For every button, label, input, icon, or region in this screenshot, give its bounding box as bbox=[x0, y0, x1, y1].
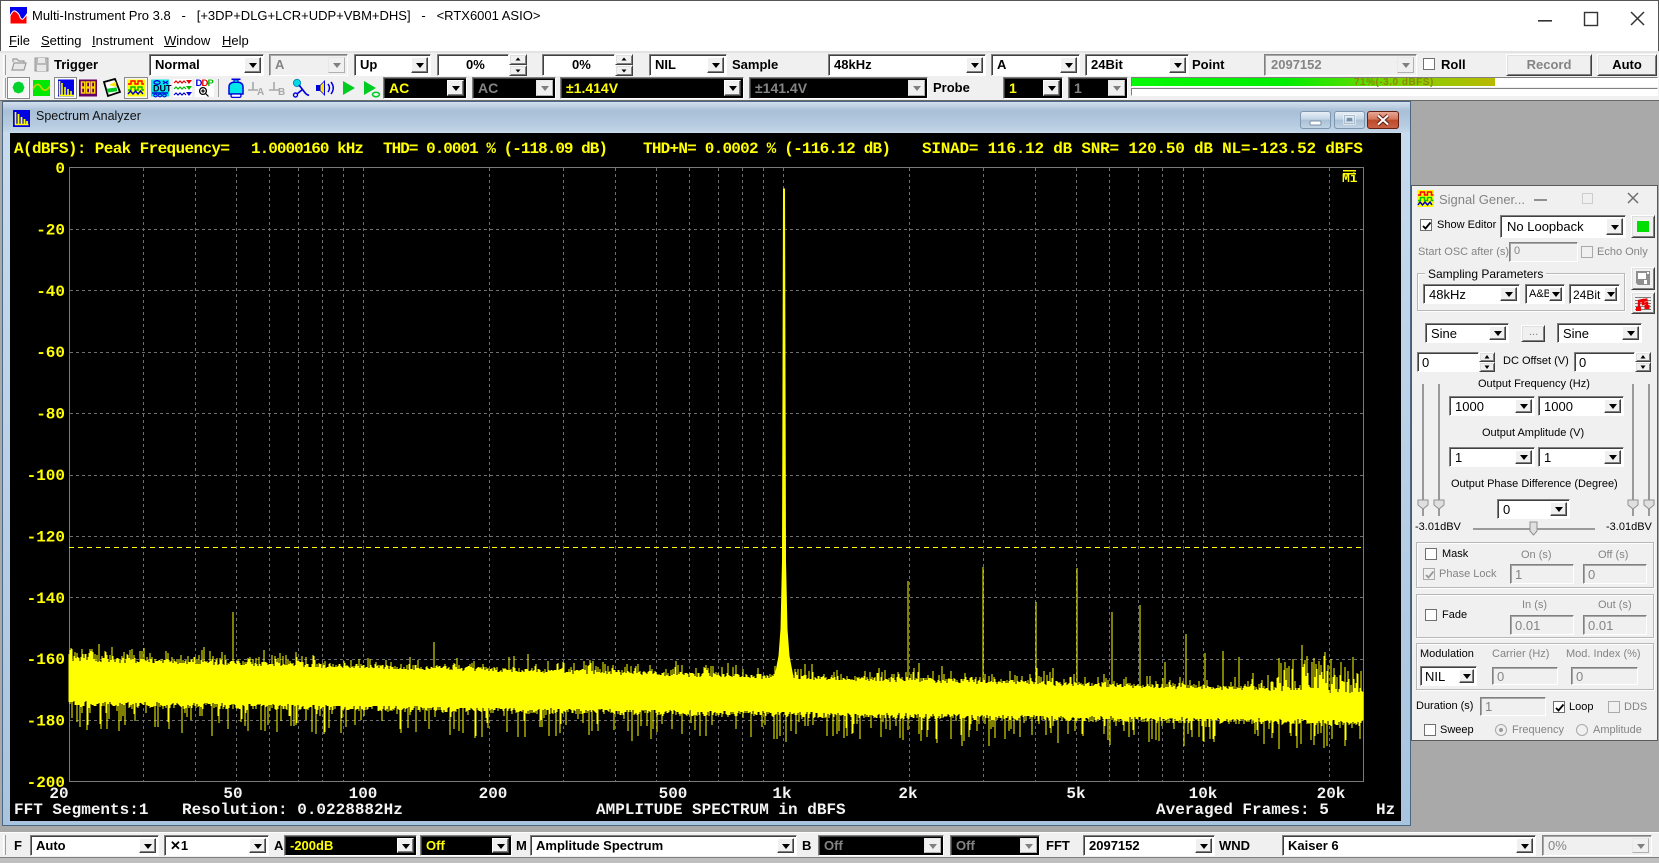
svg-text:-80: -80 bbox=[36, 406, 65, 424]
svg-text:-20: -20 bbox=[36, 221, 65, 239]
svg-text:-120: -120 bbox=[27, 528, 65, 546]
svg-text:-100: -100 bbox=[27, 467, 65, 485]
svg-text:-140: -140 bbox=[27, 590, 65, 608]
svg-text:FFT Segments:1: FFT Segments:1 bbox=[14, 801, 148, 819]
svg-text:A(dBFS): Peak Frequency=: A(dBFS): Peak Frequency= bbox=[14, 140, 230, 158]
svg-text:Averaged Frames: 5: Averaged Frames: 5 bbox=[1156, 801, 1329, 819]
svg-text:B: B bbox=[278, 87, 285, 98]
svg-text:0: 0 bbox=[55, 160, 65, 178]
svg-text:-60: -60 bbox=[36, 344, 65, 362]
svg-text:-180: -180 bbox=[27, 713, 65, 731]
svg-text:DUT: DUT bbox=[153, 84, 172, 94]
svg-text:5k: 5k bbox=[1066, 785, 1086, 803]
svg-text:Resolution: 0.0228882Hz: Resolution: 0.0228882Hz bbox=[182, 801, 403, 819]
svg-text:THD= 0.0001 % (-118.09 dB): THD= 0.0001 % (-118.09 dB) bbox=[383, 140, 608, 158]
svg-text:-40: -40 bbox=[36, 283, 65, 301]
svg-text:200: 200 bbox=[479, 785, 508, 803]
svg-text:AMPLITUDE SPECTRUM in dBFS: AMPLITUDE SPECTRUM in dBFS bbox=[596, 801, 846, 819]
svg-text:1.0000160 kHz: 1.0000160 kHz bbox=[251, 140, 364, 158]
svg-text:THD+N= 0.0002 % (-116.12 dB): THD+N= 0.0002 % (-116.12 dB) bbox=[643, 140, 891, 158]
svg-text:Hz: Hz bbox=[1376, 801, 1395, 819]
svg-text:P: P bbox=[208, 78, 215, 89]
svg-text:SINAD= 116.12 dB SNR= 120.50: SINAD= 116.12 dB SNR= 120.50 dB NL=-123.… bbox=[922, 140, 1363, 158]
svg-text:-160: -160 bbox=[27, 651, 65, 669]
svg-text:2k: 2k bbox=[898, 785, 918, 803]
svg-text:A: A bbox=[257, 87, 264, 98]
